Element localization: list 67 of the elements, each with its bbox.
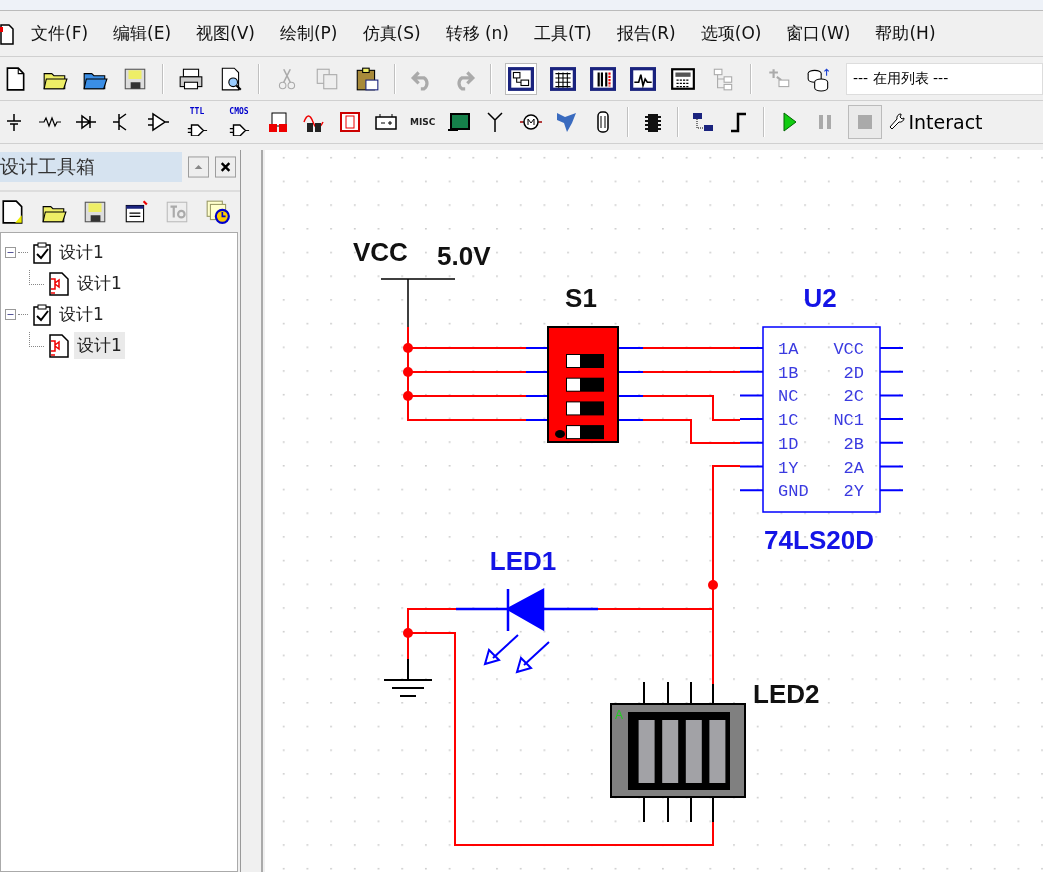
led-label: LED2: [753, 679, 820, 709]
pin-label: VCC: [833, 340, 864, 359]
seven-segment-icon[interactable]: [338, 110, 362, 134]
collapse-toggle-icon[interactable]: [5, 309, 16, 320]
switch-label: S1: [565, 283, 597, 313]
tree-item[interactable]: 设计1: [56, 239, 107, 266]
pin-label: NC1: [833, 411, 864, 431]
wrench-icon: [889, 113, 906, 131]
pin-label: GND: [778, 482, 809, 502]
pin-label: 2A: [843, 458, 864, 478]
collapse-button[interactable]: [187, 156, 209, 178]
clock-icon[interactable]: [205, 199, 231, 225]
in-use-list-dropdown[interactable]: --- 在用列表 ---: [846, 62, 1043, 95]
menu-item[interactable]: 帮助(H): [875, 22, 936, 45]
vcc-label: VCC: [353, 237, 408, 267]
opamp-icon[interactable]: [146, 110, 170, 134]
schematic-page-icon: [48, 270, 70, 297]
close-icon[interactable]: [214, 156, 236, 178]
database-icon[interactable]: [806, 65, 832, 92]
digital-indicator-icon[interactable]: [266, 110, 290, 134]
menu-item[interactable]: 工具(T): [534, 22, 592, 45]
collapse-toggle-icon[interactable]: [5, 247, 16, 258]
pin-mark: A: [615, 708, 623, 722]
pin-label: 2Y: [843, 482, 864, 502]
interactive-button[interactable]: Interact: [889, 111, 983, 133]
part-label: 74LS20D: [764, 525, 874, 555]
pin-label: 2D: [843, 363, 864, 383]
menu-item[interactable]: 视图(V): [196, 22, 255, 45]
checklist-icon: [32, 240, 52, 265]
menu-item[interactable]: 报告(R): [616, 22, 676, 45]
hierarchy-block-icon[interactable]: [691, 110, 716, 134]
misc-button[interactable]: MISC: [410, 117, 436, 127]
pin-label: 1A: [778, 340, 799, 359]
led-label: LED1: [489, 546, 557, 576]
waveform-icon[interactable]: [630, 65, 656, 92]
pin-label: 1C: [778, 411, 799, 431]
tree-item[interactable]: 设计1: [74, 332, 125, 359]
grid-icon[interactable]: [550, 65, 576, 92]
breadboard-icon[interactable]: [590, 65, 616, 92]
voltage-label: 5.0V: [437, 241, 491, 271]
hierarchy-icon[interactable]: [506, 63, 536, 94]
menu-item[interactable]: 文件(F): [31, 22, 89, 45]
save-icon[interactable]: [82, 199, 108, 225]
menu-item[interactable]: 转移 (n): [445, 22, 509, 45]
menu-item[interactable]: 窗口(W): [786, 22, 851, 45]
pin-label: 1Y: [778, 458, 799, 478]
monitor-icon[interactable]: [447, 110, 472, 134]
pin-label: 2C: [843, 387, 864, 407]
panel-title: 设计工具箱: [0, 152, 182, 182]
menu-item[interactable]: 仿真(S): [362, 22, 421, 45]
ground-symbol: [383, 658, 433, 697]
chip-label: U2: [803, 283, 837, 313]
tree-item[interactable]: 设计1: [74, 270, 125, 297]
menu-item[interactable]: 选项(O): [700, 22, 762, 45]
pin-label: 2B: [843, 434, 864, 454]
pin-label: 1B: [778, 363, 799, 383]
menu-item[interactable]: 绘制(P): [279, 22, 338, 45]
calculator-icon[interactable]: [670, 65, 696, 92]
pin-label: 1D: [778, 434, 799, 454]
window-icon[interactable]: [123, 199, 149, 225]
menu-item[interactable]: 编辑(E): [113, 22, 172, 45]
checklist-icon: [32, 302, 52, 327]
file-icon[interactable]: [0, 22, 14, 45]
schematic-page-icon: [48, 332, 70, 359]
paste-icon[interactable]: [354, 65, 380, 92]
pin-label: NC: [778, 387, 799, 407]
tree-item[interactable]: 设计1: [56, 301, 107, 328]
